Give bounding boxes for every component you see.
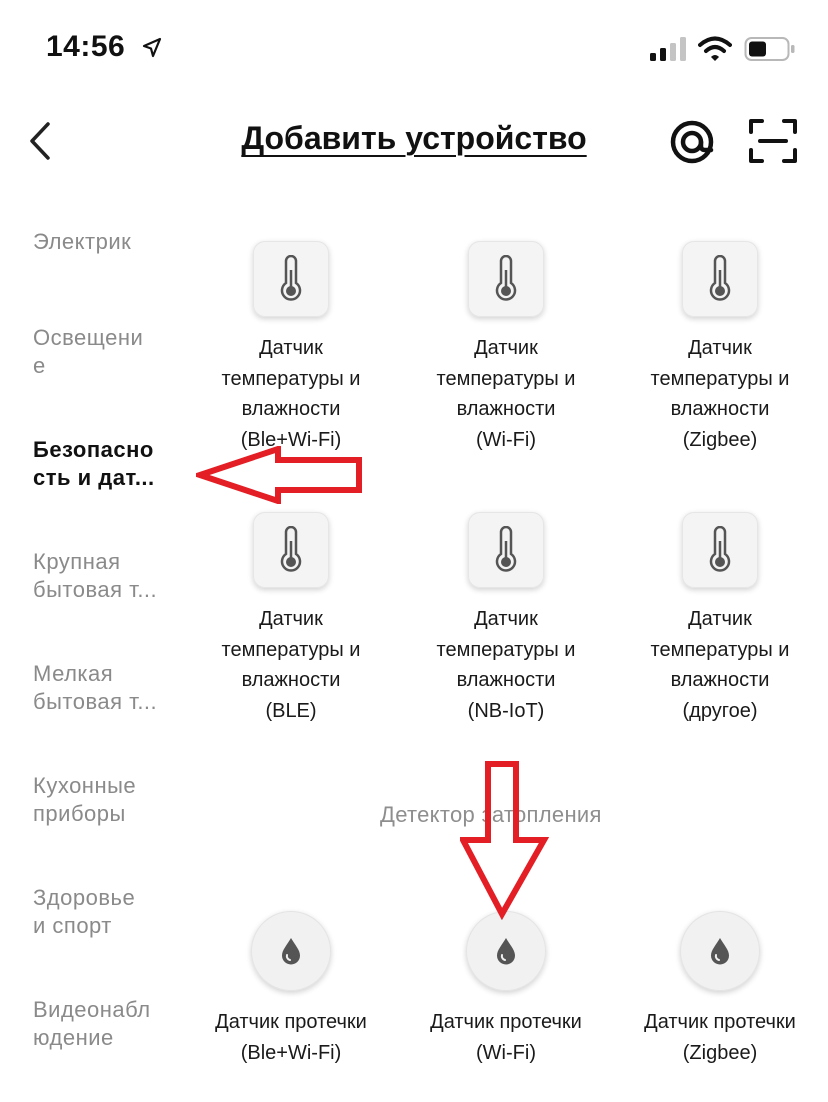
device-tile[interactable]: Датчик протечки (Wi-Fi) <box>406 911 606 1068</box>
sidebar-item-lighting[interactable]: Освещени е <box>33 324 183 380</box>
sidebar-item-health[interactable]: Здоровье и спорт <box>33 884 183 940</box>
device-icon-box <box>253 241 329 317</box>
device-tile[interactable]: Датчик температуры и влажности (BLE) <box>191 512 391 726</box>
scan-button[interactable] <box>748 118 798 164</box>
device-label: Датчик температуры и влажности (Ble+Wi-F… <box>221 337 361 451</box>
scan-frame-icon <box>749 119 797 163</box>
water-drop-icon <box>282 938 300 965</box>
thermometer-icon <box>280 526 302 572</box>
sidebar-item-label: Мелкая бытовая т... <box>33 661 158 714</box>
at-button[interactable] <box>666 116 718 168</box>
device-icon-round <box>466 911 546 991</box>
device-icon-box <box>682 512 758 588</box>
thermometer-icon <box>495 255 517 301</box>
device-icon-box <box>682 241 758 317</box>
left-arrow-annotation <box>196 446 362 504</box>
device-tile[interactable]: Датчик температуры и влажности (Zigbee) <box>620 241 820 455</box>
sidebar-item-small-appliances[interactable]: Мелкая бытовая т... <box>33 660 183 716</box>
sidebar-item-large-appliances[interactable]: Крупная бытовая т... <box>33 548 183 604</box>
sidebar-item-label: Здоровье и спорт <box>33 885 136 938</box>
down-arrow-annotation <box>460 761 550 920</box>
device-icon-box <box>253 512 329 588</box>
device-tile[interactable]: Датчик температуры и влажности (Wi-Fi) <box>406 241 606 455</box>
thermometer-icon <box>280 255 302 301</box>
sidebar-item-security[interactable]: Безопасно сть и дат... <box>33 436 183 492</box>
device-tile[interactable]: Датчик протечки (Ble+Wi-Fi) <box>191 911 391 1068</box>
device-tile[interactable]: Датчик температуры и влажности (NB-IoT) <box>406 512 606 726</box>
sidebar-item-label: Электрик <box>33 229 132 254</box>
sidebar-item-label: Крупная бытовая т... <box>33 549 158 602</box>
sidebar-item-label: Кухонные приборы <box>33 773 137 826</box>
cellular-signal-icon <box>650 37 686 61</box>
category-sidebar: Электрик Освещени е Безопасно сть и дат.… <box>0 200 190 1102</box>
device-label: Датчик протечки (Wi-Fi) <box>430 1011 582 1064</box>
thermometer-icon <box>709 526 731 572</box>
wifi-icon <box>698 36 732 61</box>
sidebar-item-video[interactable]: Видеонабл юдение <box>33 996 183 1052</box>
thermometer-icon <box>495 526 517 572</box>
sidebar-item-label: Освещени е <box>33 325 144 378</box>
add-device-screen: 14:56 Добавить устройство Электрик Освещ… <box>0 0 828 1102</box>
device-label: Датчик температуры и влажности (BLE) <box>221 608 361 722</box>
device-label: Датчик температуры и влажности (Zigbee) <box>650 337 790 451</box>
water-drop-icon <box>497 938 515 965</box>
sidebar-item-kitchen[interactable]: Кухонные приборы <box>33 772 183 828</box>
device-label: Датчик температуры и влажности (другое) <box>650 608 790 722</box>
location-arrow-icon <box>142 37 162 58</box>
device-tile[interactable]: Датчик температуры и влажности (другое) <box>620 512 820 726</box>
water-drop-icon <box>711 938 729 965</box>
device-icon-round <box>251 911 331 991</box>
device-icon-round <box>680 911 760 991</box>
device-label: Датчик температуры и влажности (NB-IoT) <box>436 608 576 722</box>
device-tile[interactable]: Датчик температуры и влажности (Ble+Wi-F… <box>191 241 391 455</box>
device-icon-box <box>468 241 544 317</box>
status-time: 14:56 <box>46 30 126 63</box>
device-icon-box <box>468 512 544 588</box>
sidebar-item-label: Видеонабл юдение <box>33 997 151 1050</box>
device-label: Датчик протечки (Ble+Wi-Fi) <box>215 1011 367 1064</box>
sidebar-item-electric[interactable]: Электрик <box>33 228 183 256</box>
at-sign-icon <box>670 120 714 164</box>
device-label: Датчик температуры и влажности (Wi-Fi) <box>436 337 576 451</box>
sidebar-item-label: Безопасно сть и дат... <box>33 437 155 490</box>
status-icons <box>650 36 796 62</box>
battery-icon <box>744 37 795 61</box>
device-label: Датчик протечки (Zigbee) <box>644 1011 796 1064</box>
thermometer-icon <box>709 255 731 301</box>
device-tile[interactable]: Датчик протечки (Zigbee) <box>620 911 820 1068</box>
